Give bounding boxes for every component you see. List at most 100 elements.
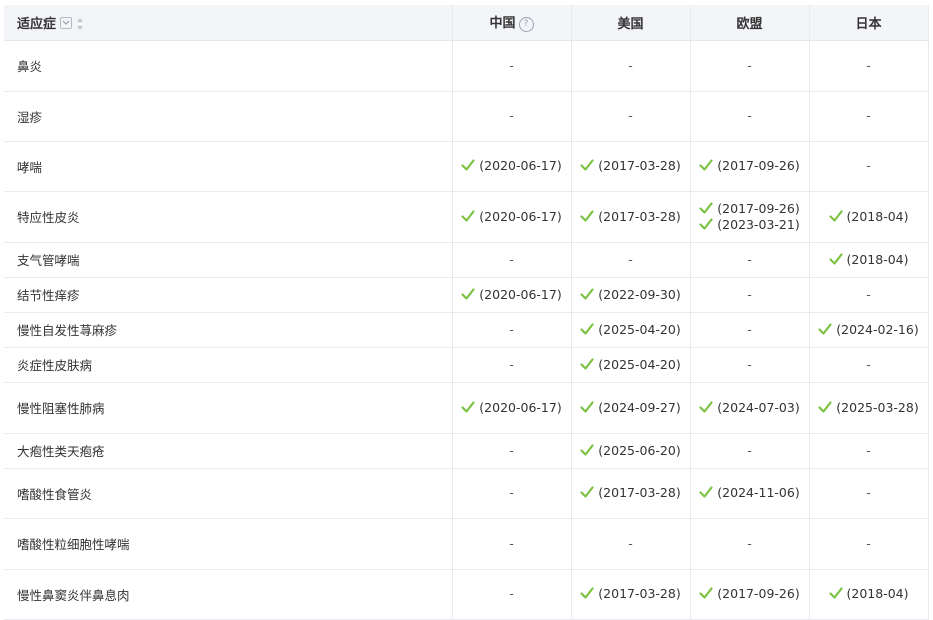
dash-text: -	[866, 108, 871, 123]
eu-approval-cell: -	[690, 277, 810, 313]
us-approval-cell: -	[571, 242, 691, 278]
dash-text: -	[509, 321, 514, 337]
table-row: 慢性自发性荨麻疹 - (2025-04-20) - (2024-02-16)	[4, 312, 933, 348]
check-icon	[580, 587, 594, 599]
approval-date: (2017-03-28)	[598, 208, 681, 224]
not-approved-dash: -	[572, 536, 690, 552]
check-icon	[461, 287, 475, 300]
indication-name: 嗜酸性食管炎	[17, 486, 93, 502]
approval-entry: (2025-04-20)	[572, 322, 690, 338]
question-help-icon[interactable]: ?	[518, 17, 534, 33]
approval-date: (2025-03-28)	[836, 399, 919, 415]
not-approved-dash: -	[691, 287, 809, 303]
table-row: 大疱性类天疱疮 - (2025-06-20) - -	[4, 433, 933, 469]
check-icon	[580, 322, 594, 335]
not-approved-dash: -	[572, 252, 690, 268]
dash-text: -	[509, 108, 514, 123]
approval-entry: (2020-06-17)	[453, 400, 571, 416]
indication-name: 慢性自发性荨麻疹	[17, 323, 118, 338]
approval-entry: (2020-06-17)	[453, 287, 571, 303]
table-header: 适应症 中国? 美国 欧盟 日本	[4, 5, 933, 41]
not-approved-dash: -	[691, 252, 809, 268]
us-approval-cell: (2025-04-20)	[571, 347, 691, 383]
row-gutter	[928, 382, 933, 433]
check-icon	[580, 400, 594, 413]
japan-approval-cell: -	[809, 433, 929, 469]
japan-approval-cell: (2018-04)	[809, 242, 929, 278]
not-approved-dash: -	[453, 586, 571, 602]
indication-name: 哮喘	[17, 159, 43, 175]
approval-date: (2017-09-26)	[717, 158, 800, 173]
check-icon	[699, 201, 713, 214]
dash-text: -	[866, 158, 871, 173]
check-icon	[580, 287, 594, 300]
eu-header-label: 欧盟	[736, 16, 763, 32]
check-icon	[699, 400, 713, 413]
china-approval-cell: (2020-06-17)	[451, 141, 572, 192]
approval-date: (2018-04)	[846, 251, 909, 267]
china-approval-cell: (2020-06-17)	[451, 382, 572, 434]
dash-text: -	[747, 535, 752, 551]
not-approved-dash: -	[691, 108, 809, 124]
approval-date: (2025-04-20)	[598, 356, 681, 372]
indication-cell: 嗜酸性食管炎	[4, 468, 453, 519]
approval-entry: (2018-04)	[810, 586, 928, 602]
table-row: 慢性鼻窦炎伴鼻息肉 - (2017-03-28) (2017-09-26) (2018-…	[4, 569, 933, 620]
dash-text: -	[628, 535, 633, 551]
not-approved-dash: -	[572, 58, 690, 74]
not-approved-dash: -	[810, 536, 928, 552]
check-icon	[580, 209, 594, 222]
eu-approval-cell: (2017-09-26) (2023-03-21)	[690, 191, 810, 243]
not-approved-dash: -	[453, 443, 571, 459]
japan-approval-cell: -	[809, 468, 929, 519]
row-gutter	[928, 191, 933, 242]
row-gutter	[928, 91, 933, 141]
japan-approval-cell: (2024-02-16)	[809, 312, 929, 348]
eu-approval-cell: -	[690, 518, 810, 570]
japan-approval-cell: (2018-04)	[809, 191, 929, 243]
not-approved-dash: -	[810, 443, 928, 459]
not-approved-dash: -	[572, 108, 690, 124]
check-icon	[699, 159, 713, 171]
sort-icon[interactable]	[76, 17, 84, 31]
approval-entry: (2024-11-06)	[691, 485, 809, 501]
indication-cell: 湿疹	[4, 91, 453, 142]
dash-text: -	[747, 251, 752, 267]
approval-date: (2024-07-03)	[717, 399, 800, 415]
indication-cell: 慢性自发性荨麻疹	[4, 312, 453, 348]
dash-text: -	[866, 535, 871, 551]
check-icon	[580, 357, 594, 370]
row-gutter	[928, 312, 933, 347]
japan-approval-cell: -	[809, 40, 929, 92]
china-approval-cell: -	[451, 569, 572, 620]
filter-dropdown-icon[interactable]	[60, 16, 73, 29]
dash-text: -	[509, 57, 514, 73]
approval-entry: (2020-06-17)	[453, 209, 571, 225]
dash-text: -	[747, 108, 752, 123]
us-approval-cell: (2022-09-30)	[571, 277, 691, 313]
indication-header-label: 适应症	[17, 16, 57, 32]
check-icon	[461, 400, 475, 413]
dash-text: -	[747, 286, 752, 302]
us-approval-cell: -	[571, 40, 691, 92]
us-column-header: 美国	[571, 5, 691, 41]
table-body: 鼻炎 - - - - 湿疹 - - - - 哮喘 (2020-06-17) (2017-03-28) (2…	[4, 40, 933, 620]
not-approved-dash: -	[453, 322, 571, 338]
us-approval-cell: -	[571, 518, 691, 570]
approval-entry: (2017-03-28)	[572, 158, 690, 174]
japan-header-label: 日本	[855, 16, 882, 32]
china-approval-cell: -	[451, 91, 572, 142]
approval-date: (2025-04-20)	[598, 321, 681, 337]
us-header-label: 美国	[617, 16, 644, 32]
table-row: 结节性痒疹 (2020-06-17) (2022-09-30) - -	[4, 277, 933, 313]
check-icon	[699, 486, 713, 498]
china-approval-cell: -	[451, 242, 572, 278]
indication-column-header[interactable]: 适应症	[4, 5, 453, 41]
table-row: 嗜酸性食管炎 - (2017-03-28) (2024-11-06) -	[4, 468, 933, 519]
approval-date: (2020-06-17)	[479, 158, 562, 173]
indication-name: 鼻炎	[17, 59, 43, 74]
approval-date: (2022-09-30)	[598, 286, 681, 302]
table-row: 慢性阻塞性肺病 (2020-06-17) (2024-09-27) (2024-07-…	[4, 382, 933, 434]
indication-cell: 嗜酸性粒细胞性哮喘	[4, 518, 453, 570]
approval-table-container: 适应症 中国? 美国 欧盟 日本 鼻炎 - - - - 湿疹 - - - - 哮喘 (2020-06-…	[4, 5, 933, 620]
